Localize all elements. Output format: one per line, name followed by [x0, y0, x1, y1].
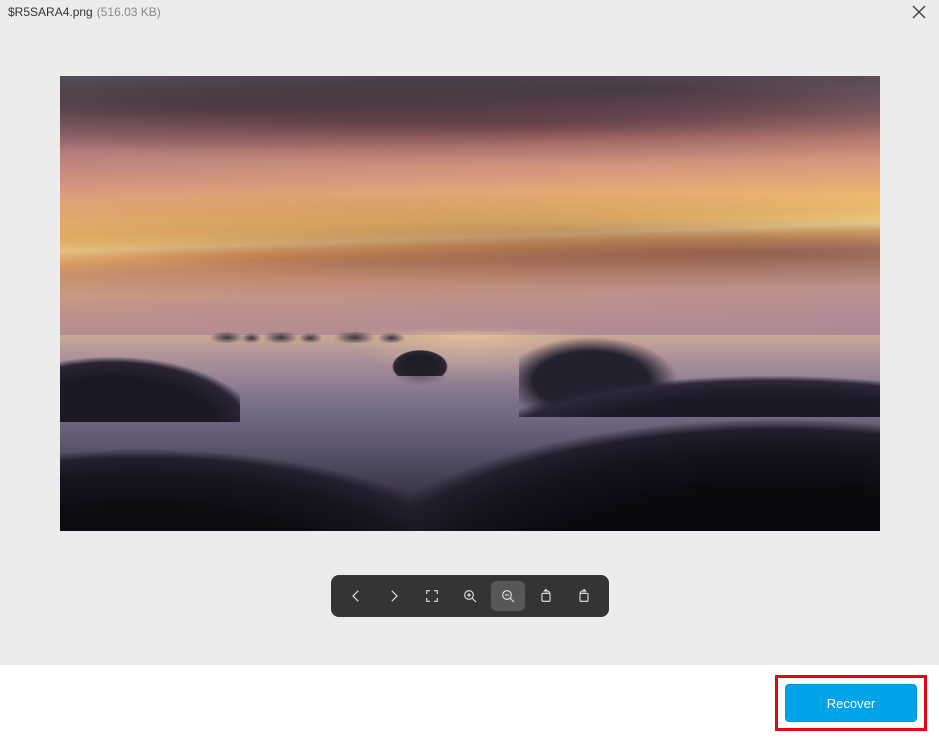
rotate-ccw-icon	[576, 588, 592, 604]
viewer-area: $R5SARA4.png (516.03 KB)	[0, 0, 939, 665]
zoom-in-button[interactable]	[453, 581, 487, 611]
image-toolbar	[331, 575, 609, 617]
chevron-left-icon	[347, 587, 365, 605]
rotate-cw-icon	[538, 588, 554, 604]
rotate-cw-button[interactable]	[529, 581, 563, 611]
footer-bar: Recover	[0, 665, 939, 740]
recover-button[interactable]: Recover	[785, 684, 917, 722]
chevron-right-icon	[385, 587, 403, 605]
image-stage	[0, 24, 939, 665]
preview-image	[60, 76, 880, 531]
prev-button[interactable]	[339, 581, 373, 611]
close-button[interactable]	[909, 2, 929, 22]
file-name: $R5SARA4.png	[8, 5, 93, 19]
fullscreen-icon	[424, 588, 440, 604]
fullscreen-button[interactable]	[415, 581, 449, 611]
zoom-in-icon	[462, 588, 478, 604]
close-icon	[912, 5, 926, 19]
title-bar: $R5SARA4.png (516.03 KB)	[0, 0, 939, 24]
file-size: (516.03 KB)	[97, 5, 161, 19]
zoom-out-icon	[500, 588, 516, 604]
next-button[interactable]	[377, 581, 411, 611]
recover-highlight: Recover	[775, 675, 927, 731]
rotate-ccw-button[interactable]	[567, 581, 601, 611]
zoom-out-button[interactable]	[491, 581, 525, 611]
recover-button-label: Recover	[827, 696, 875, 711]
